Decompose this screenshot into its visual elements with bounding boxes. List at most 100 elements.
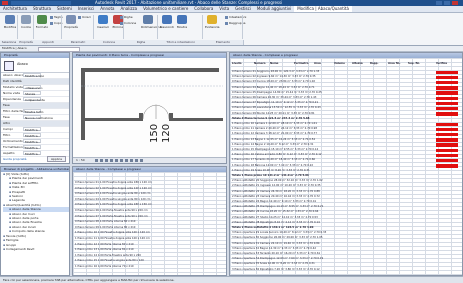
table-row[interactable]: 3 Piano copertura 35 Scala 10.00 m² 8.20… [232,262,315,266]
tab-10[interactable]: Moduli aggiuntivi [254,6,294,12]
column-header[interactable]: Volume [334,62,345,66]
table-subtotal-row[interactable]: Totale 0 Piano terreno 9 121.5 m² 247.3 … [232,117,309,121]
ribbon-small-2[interactable]: Unisci [78,15,91,20]
ribbon-button-9[interactable]: Evidenzia [205,15,219,29]
table-row[interactable]: 2 Piano sottotetto 22 Camera 24.30 m² 18… [232,190,320,194]
table-row[interactable]: 1 Piano primo 19 Scala 10.00 m² 8.20 m² … [232,169,310,173]
table-subtotal-row[interactable]: Totale 1 Piano primo 10 141.2 m² 141.0 m… [232,174,309,178]
table-row[interactable]: 2 Piano sottotetto 28 Ripostiglio 8.10 m… [232,221,320,225]
table-row[interactable]: 0 Piano terreno 06 Camera 24.30 m² 33.44… [232,96,316,100]
close-button[interactable] [452,1,458,5]
table-row[interactable]: 0 Piano terreno 08 1.00 Porta interna 80… [75,220,135,224]
table-row[interactable]: 2 Piano sottotetto 20 Soggiorno 28.00 m²… [232,179,323,183]
table-row[interactable]: 2 Piano sottotetto 23 Camera 20.40 m² 16… [232,195,320,199]
floor-plan-view[interactable]: Pianta dei pavimenti: 0 Piano terra - Co… [72,52,227,164]
column-header[interactable]: Perimetro [294,62,309,66]
table-row[interactable]: 0 Piano terreno 01 1.00 Finestra doppia … [75,181,152,185]
floor-plan-canvas[interactable]: 150 120 [73,58,226,156]
table-row[interactable]: 1 Piano primo 17 Terrazzo 20.20 m² 18.40… [232,158,315,162]
tab-9[interactable]: Gestisci [232,6,254,12]
tab-3[interactable]: Inserisci [75,6,97,12]
table-row[interactable]: 3 Piano copertura 33 Terrazzo 20.10 m² 1… [232,252,320,256]
table-row[interactable]: 0 Piano terreno 02 1.00 Finestra doppia … [75,187,152,191]
table-row[interactable]: 0 Piano terreno 02 Ingresso 9.60 m² 14.3… [232,75,316,79]
table-row[interactable]: 3 Piano copertura 34 Disimpegno 12.00 m²… [232,257,323,261]
table-row[interactable]: 3 Piano copertura 36 Ripostiglio 7.20 m²… [232,268,320,272]
table-row[interactable]: 0 Piano terreno 04 1.00 Finestra singola… [75,198,150,202]
table-row[interactable]: 3 Piano copertura 30 Soggiorno 26.00 m² … [232,236,323,240]
property-value[interactable]: Modifica... [23,145,41,150]
ribbon-button-3[interactable]: Proprietà [64,15,78,29]
column-header[interactable]: Sup. fin. [408,62,420,66]
quick-access-toolbar[interactable] [11,1,71,5]
ribbon-button-4[interactable]: Inserisci [96,15,110,29]
view-controls-icons[interactable] [95,159,145,162]
table-row[interactable]: 1 Piano primo 10 Camera 1 22.00 m² 28.10… [232,122,317,126]
table-row[interactable]: 1 Piano primo 11 1.00 Finestra doppia an… [75,237,150,241]
maximize-button[interactable] [444,1,450,5]
table-row[interactable]: 0 Piano terreno 01 Soggiorno 28.00 m² 12… [232,70,319,74]
table-row[interactable]: 3 Piano copertura 32 Bagno 12.30 m² 9.33… [232,247,316,251]
table-row[interactable]: 2 Piano sottotetto 25 Disimpegno 14.10 m… [232,205,323,209]
wall-interior-left[interactable] [81,118,139,121]
table-row[interactable]: 0 Piano terreno 09 Studio 14.25 m² 20.11… [232,112,315,116]
browser-item[interactable]: ▪ Collegamenti Revit [3,247,69,251]
column-header[interactable]: Rapp. [370,62,378,66]
wall-left[interactable] [81,68,85,140]
tab-1[interactable]: Struttura [30,6,54,12]
table-row[interactable]: 1 Piano primo 12 Camera 3 18.12 m² 21.00… [232,132,317,136]
table-row[interactable]: 0 Piano terreno 06 1.00 Porta-finestra a… [75,209,148,213]
ribbon-button-8[interactable]: Mostra [175,15,189,29]
table-row[interactable]: 3 Piano copertura 31 Camera 22.10 m² 19.… [232,242,320,246]
table-row[interactable]: 1 Piano primo 12 1.00 Porta interna 80 x… [75,243,134,247]
view-scale[interactable]: 1 : 50 [76,158,85,163]
table-row[interactable]: 0 Piano terreno 05 Disimpegno 14.80 m² 1… [232,91,322,95]
property-value[interactable]: <Nessuno> [23,85,43,90]
table-row[interactable]: 1 Piano primo 13 1.00 Porta interna 80 x… [75,248,134,252]
ribbon-small-5[interactable]: Intestazioni [225,15,246,20]
property-value[interactable]: Modifica... [23,139,41,144]
wall-top[interactable] [81,68,219,72]
property-value[interactable]: Indipendente [23,97,45,102]
tab-7[interactable]: Collabora [191,6,216,12]
table-row[interactable]: 1 Piano primo 16 1.00 Porta interna 70 x… [75,265,134,269]
tab-5[interactable]: Analizza [117,6,140,12]
tab-11[interactable]: Modifica | Abaco/Quantità [294,6,352,12]
tab-2[interactable]: Sistemi [54,6,75,12]
table-row[interactable]: 0 Piano terreno 08 Lavanderia 13.50 m² 1… [232,106,321,110]
table-row[interactable]: 2 Piano sottotetto 24 Bagno 12.40 m² 9.1… [232,200,316,204]
table-row[interactable]: 0 Piano terreno 03 1.00 Finestra singola… [75,192,150,196]
property-value[interactable]: Stanze [23,91,41,96]
table-row[interactable]: 0 Piano terreno 07 Ripostiglio 11.10 m² … [232,101,318,105]
property-value[interactable]: Modifica... [23,151,41,156]
table-row[interactable]: 1 Piano primo 11 Camera 2 20.40 m² 24.12… [232,127,317,131]
column-header[interactable]: Verifica [436,62,447,66]
table-row[interactable]: 1 Piano primo 15 1.00 Finestra singola a… [75,259,144,263]
apply-button[interactable]: Applica [46,156,66,162]
table-row[interactable]: 0 Piano terreno 04 Bagno 12.40 m² 18.24 … [232,86,314,90]
table-row[interactable]: 2 Piano sottotetto 26 Cucina 18.20 m² 15… [232,210,318,214]
properties-help-link[interactable]: Guida proprietà [3,157,27,161]
property-value[interactable]: Modifica... [23,127,41,132]
property-value[interactable]: Modifica... [23,133,41,138]
ribbon-small-3[interactable]: Righe [120,15,133,20]
table-row[interactable]: 1 Piano primo 14 Bagno 2 10.20 m² 8.12 m… [232,143,313,147]
table-row[interactable]: 1 Piano primo 14 1.00 Porta-finestra ant… [75,254,141,258]
table-subtotal-row[interactable]: Totale 2 Piano sottotetto 9 140.1 m² 126… [232,226,313,230]
column-header[interactable]: Altezza [352,62,363,66]
tab-0[interactable]: Architettura [0,6,30,12]
column-header[interactable]: Area fin. [388,62,400,66]
minimize-button[interactable] [436,1,442,5]
room-schedule-view[interactable]: Abaco delle Stanze - Complessi e progres… [229,52,463,276]
table-row[interactable]: 0 Piano terreno 03 Cucina 18.20 m² 23.84… [232,80,315,84]
table-row[interactable]: 0 Piano terreno 09 1.00 Porta interna 80… [75,226,135,230]
table-row[interactable]: 2 Piano sottotetto 21 Ingresso 12.00 m² … [232,184,321,188]
ribbon-button-7[interactable]: Nascondi [160,15,174,29]
ribbon-button-1[interactable]: Incolla [19,15,33,29]
ribbon-button-2[interactable]: Formato [35,15,49,29]
table-row[interactable]: 0 Piano terreno 05 1.00 Finestra doppia … [75,203,152,207]
type-selector[interactable]: Abaco [1,58,69,73]
tab-4[interactable]: Annota [97,6,117,12]
property-value[interactable]: Modifica tipo [23,73,44,78]
table-row[interactable]: 1 Piano primo 10 1.00 Finestra doppia an… [75,231,150,235]
